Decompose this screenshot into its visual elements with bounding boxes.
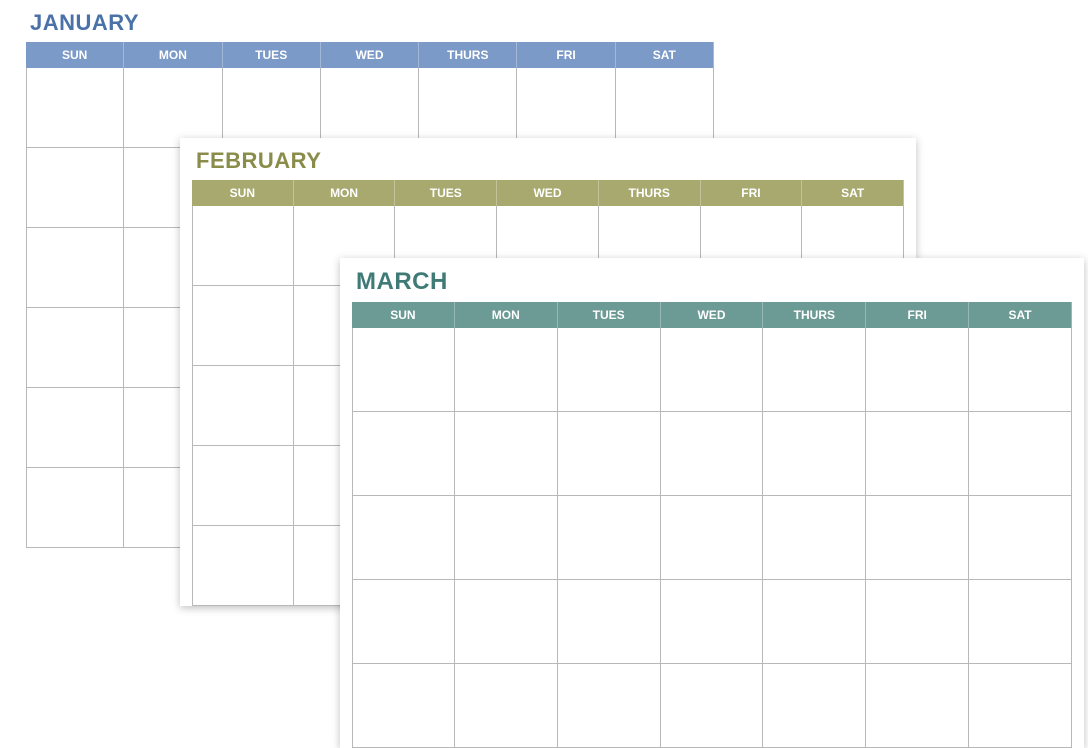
day-header-row: SUN MON TUES WED THURS FRI SAT: [26, 42, 714, 68]
calendar-cell: [661, 328, 764, 412]
calendar-cell: [192, 526, 294, 606]
day-head-fri: FRI: [517, 42, 615, 68]
calendar-cell: [763, 664, 866, 748]
calendar-cell: [517, 68, 615, 148]
calendar-cell: [866, 580, 969, 664]
calendar-cell: [969, 664, 1072, 748]
day-head-wed: WED: [661, 302, 764, 328]
calendar-cell: [969, 328, 1072, 412]
calendar-cell: [661, 664, 764, 748]
calendar-cell: [26, 68, 124, 148]
calendar-cell: [866, 664, 969, 748]
calendar-cell: [192, 366, 294, 446]
day-head-sun: SUN: [26, 42, 124, 68]
day-head-sat: SAT: [969, 302, 1072, 328]
calendar-cell: [419, 68, 517, 148]
calendar-cell: [455, 328, 558, 412]
calendar-cell: [124, 68, 222, 148]
month-title-february: FEBRUARY: [196, 148, 904, 174]
calendar-cell: [616, 68, 714, 148]
calendar-cell: [866, 412, 969, 496]
calendar-cell: [223, 68, 321, 148]
day-head-fri: FRI: [701, 180, 803, 206]
day-head-wed: WED: [321, 42, 419, 68]
calendar-cell: [352, 496, 455, 580]
calendar-cell: [661, 412, 764, 496]
calendar-cell: [26, 228, 124, 308]
day-head-mon: MON: [455, 302, 558, 328]
calendar-grid-march: [352, 328, 1072, 748]
calendar-cell: [866, 328, 969, 412]
calendar-cell: [352, 328, 455, 412]
calendar-cell: [763, 328, 866, 412]
month-title-march: MARCH: [356, 268, 1072, 296]
calendar-cell: [26, 468, 124, 548]
calendar-cell: [26, 388, 124, 468]
month-title-january: JANUARY: [30, 10, 714, 36]
calendar-cell: [352, 580, 455, 664]
calendar-cell: [763, 412, 866, 496]
day-head-wed: WED: [497, 180, 599, 206]
day-head-sun: SUN: [192, 180, 294, 206]
calendar-cell: [26, 308, 124, 388]
day-head-tues: TUES: [558, 302, 661, 328]
day-head-thurs: THURS: [419, 42, 517, 68]
calendar-cell: [352, 664, 455, 748]
calendar-cell: [455, 580, 558, 664]
calendar-cell: [558, 412, 661, 496]
day-head-sat: SAT: [802, 180, 904, 206]
calendar-cell: [661, 496, 764, 580]
calendar-cell: [455, 664, 558, 748]
day-header-row: SUN MON TUES WED THURS FRI SAT: [352, 302, 1072, 328]
calendar-cell: [455, 496, 558, 580]
day-header-row: SUN MON TUES WED THURS FRI SAT: [192, 180, 904, 206]
day-head-thurs: THURS: [599, 180, 701, 206]
calendar-cell: [558, 496, 661, 580]
calendar-cell: [969, 496, 1072, 580]
day-head-mon: MON: [124, 42, 222, 68]
calendar-cell: [192, 286, 294, 366]
calendar-cell: [455, 412, 558, 496]
calendar-cell: [969, 412, 1072, 496]
calendar-cell: [192, 446, 294, 526]
calendar-cell: [763, 496, 866, 580]
calendar-cell: [661, 580, 764, 664]
day-head-tues: TUES: [223, 42, 321, 68]
day-head-sat: SAT: [616, 42, 714, 68]
calendar-cell: [26, 148, 124, 228]
day-head-mon: MON: [294, 180, 396, 206]
calendar-cell: [866, 496, 969, 580]
day-head-tues: TUES: [395, 180, 497, 206]
day-head-thurs: THURS: [763, 302, 866, 328]
calendar-cell: [969, 580, 1072, 664]
day-head-fri: FRI: [866, 302, 969, 328]
calendar-cell: [558, 580, 661, 664]
calendar-cell: [558, 328, 661, 412]
calendar-march: MARCH SUN MON TUES WED THURS FRI SAT: [340, 258, 1084, 748]
calendar-cell: [321, 68, 419, 148]
calendar-cell: [558, 664, 661, 748]
calendar-cell: [763, 580, 866, 664]
calendar-cell: [352, 412, 455, 496]
calendar-cell: [192, 206, 294, 286]
day-head-sun: SUN: [352, 302, 455, 328]
